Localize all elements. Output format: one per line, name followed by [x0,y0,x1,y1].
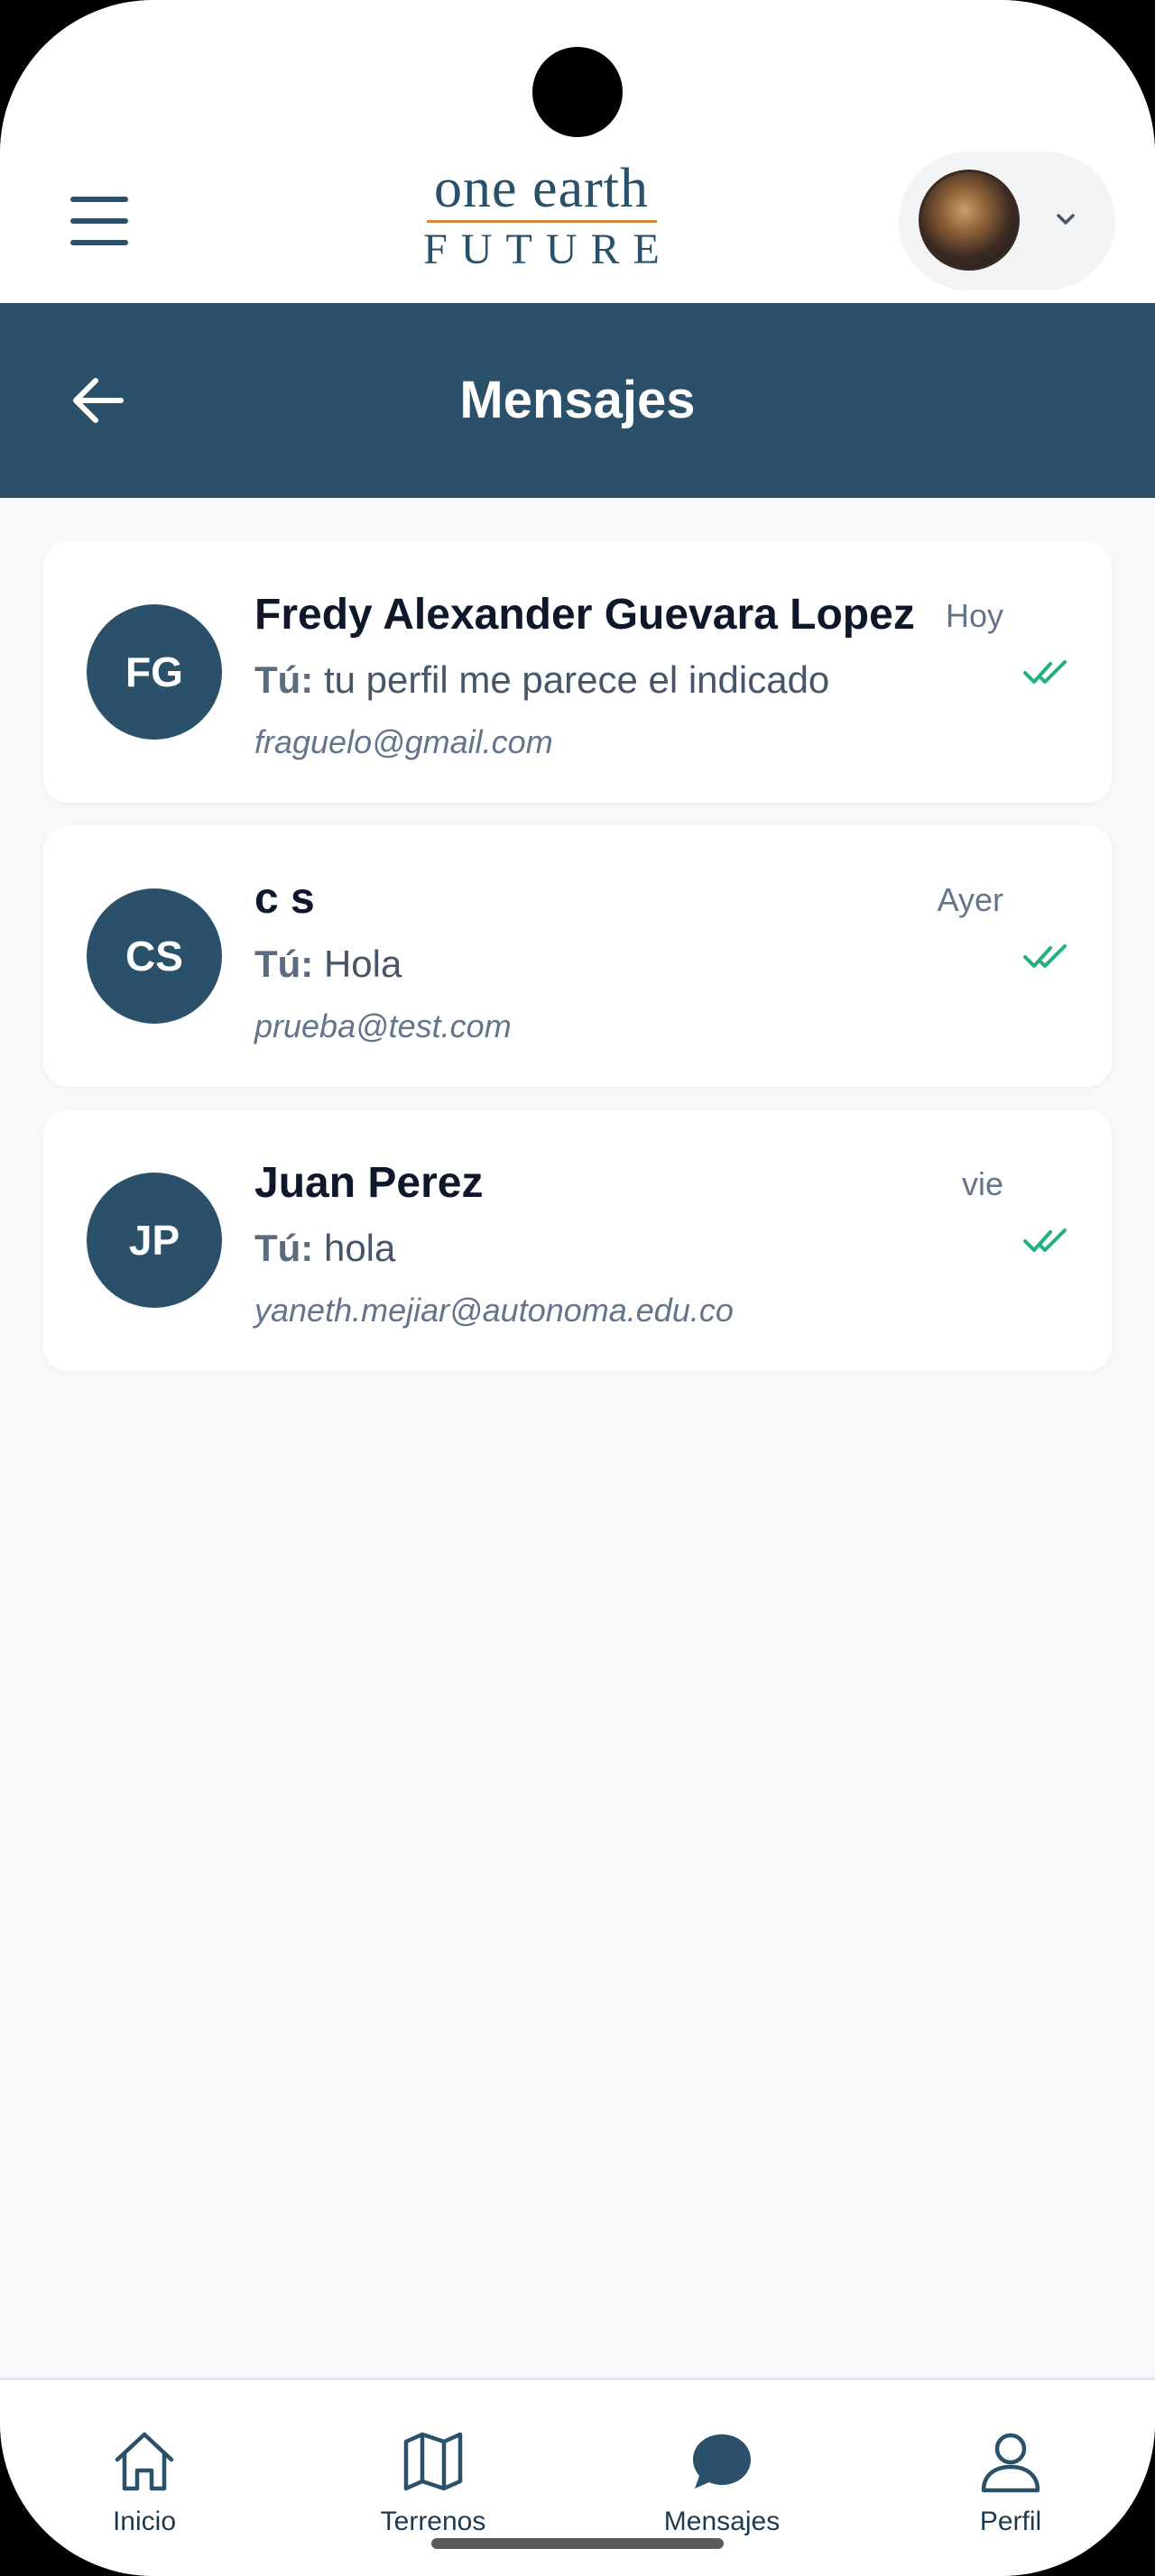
chevron-down-icon [1057,214,1075,225]
one-earth-future-logo: one earth FUTURE [397,161,686,278]
home-icon [115,2432,174,2491]
nav-label: Inicio [112,2507,177,2536]
message-text: tu perfil me parece el indicado [313,658,830,701]
conversation-list: FG Fredy Alexander Guevara Lopez Tú: tu … [43,541,1112,1394]
logo-text-top: one earth [434,158,649,219]
nav-item-perfil[interactable]: Perfil [911,2380,1110,2552]
contact-name: Juan Perez [254,1159,484,1207]
page-title: Mensajes [459,371,696,429]
home-indicator [431,2538,724,2549]
avatar-initials: JP [87,1173,222,1308]
contact-email: yaneth.mejiar@autonoma.edu.co [254,1292,734,1329]
double-check-icon [1023,944,1067,968]
nav-item-inicio[interactable]: Inicio [45,2380,244,2552]
avatar-initials: CS [87,888,222,1024]
contact-email: fraguelo@gmail.com [254,723,553,760]
camera-cutout [532,47,623,137]
message-time: Hoy [945,597,1003,634]
nav-item-terrenos[interactable]: Terrenos [334,2380,532,2552]
logo-text-bottom: FUTURE [423,225,673,273]
message-time: Ayer [937,881,1003,918]
contact-name: Fredy Alexander Guevara Lopez [254,591,915,639]
sender-prefix: Tú: [254,658,314,701]
nav-item-mensajes[interactable]: Mensajes [623,2380,821,2552]
user-icon [981,2433,1040,2493]
menu-line-icon [70,218,128,224]
message-preview: Tú: hola [254,1227,395,1270]
message-time: vie [961,1165,1003,1202]
nav-label: Perfil [979,2507,1042,2536]
menu-line-icon [70,197,128,202]
back-arrow-icon[interactable] [65,366,134,435]
message-text: hola [313,1227,396,1269]
contact-name: c s [254,875,315,923]
nav-label: Mensajes [663,2507,781,2536]
sender-prefix: Tú: [254,943,314,985]
message-preview: Tú: Hola [254,943,402,986]
top-app-bar: one earth FUTURE [0,0,1155,303]
conversation-item[interactable]: JP Juan Perez Tú: hola yaneth.mejiar@aut… [43,1109,1112,1371]
nav-label: Terrenos [380,2507,486,2536]
sender-prefix: Tú: [254,1227,314,1269]
double-check-icon [1023,1228,1067,1252]
chat-bubble-icon [693,2434,751,2489]
contact-email: prueba@test.com [254,1007,512,1044]
logo-divider [426,220,657,223]
avatar-initials: FG [87,604,222,740]
hamburger-menu-button[interactable] [63,197,135,245]
double-check-icon [1023,660,1067,684]
profile-menu-button[interactable] [899,152,1115,290]
map-icon [403,2432,463,2491]
menu-line-icon [70,240,128,245]
phone-screen: one earth FUTURE Mensajes FG Fredy Alexa… [0,0,1155,2576]
page-header: Mensajes [0,303,1155,498]
avatar [919,170,1020,271]
message-text: Hola [313,943,402,985]
conversation-item[interactable]: CS c s Tú: Hola prueba@test.com Ayer [43,825,1112,1087]
conversation-item[interactable]: FG Fredy Alexander Guevara Lopez Tú: tu … [43,541,1112,803]
message-preview: Tú: tu perfil me parece el indicado [254,658,829,702]
